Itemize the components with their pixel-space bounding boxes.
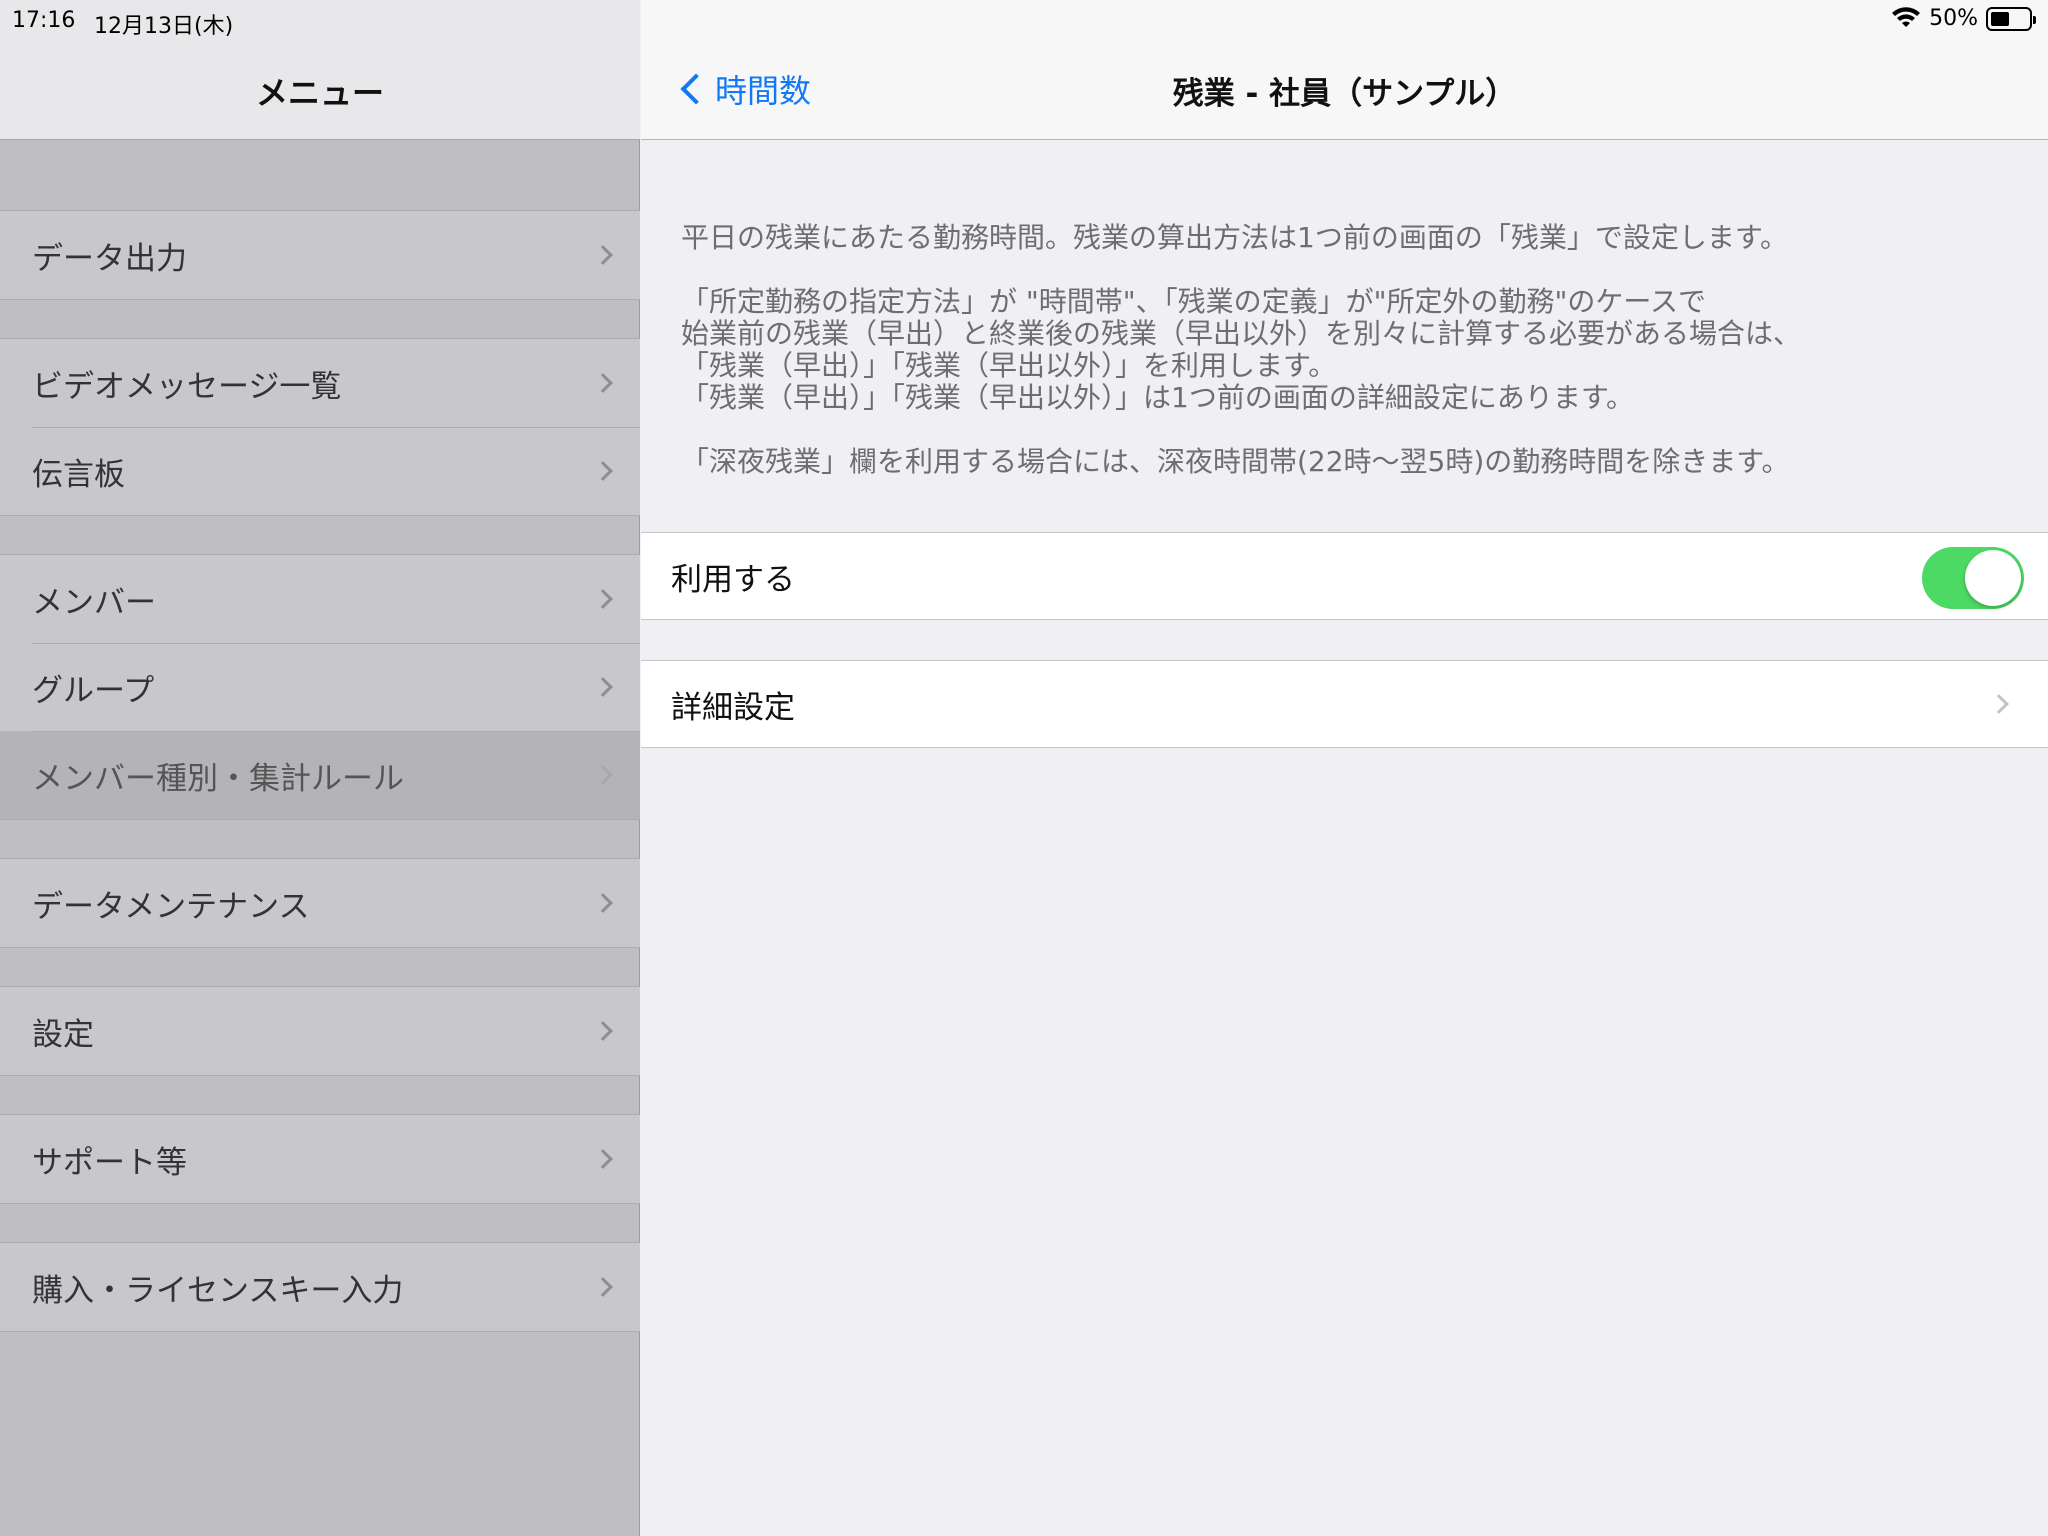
menu-item-label: データ出力 bbox=[32, 240, 187, 277]
menu-item-label: データメンテナンス bbox=[32, 888, 310, 925]
menu-item-label: 購入・ライセンスキー入力 bbox=[32, 1272, 404, 1309]
chevron-right-icon bbox=[1989, 694, 2009, 714]
chevron-right-icon bbox=[593, 893, 613, 913]
description-line: 「所定勤務の指定方法」が "時間帯"、「残業の定義」が"所定外の勤務"のケースで bbox=[681, 285, 1707, 318]
menu-item-member-types-rules[interactable]: メンバー種別・集計ルール bbox=[0, 731, 640, 819]
sidebar: メニュー データ出力 ビデオメッセージ一覧 伝言板 メンバー グループ メンバー… bbox=[0, 0, 640, 1536]
menu-item-label: サポート等 bbox=[32, 1144, 187, 1181]
chevron-right-icon bbox=[593, 461, 613, 481]
menu-item-label: ビデオメッセージ一覧 bbox=[32, 368, 342, 405]
menu-item-video-messages[interactable]: ビデオメッセージ一覧 bbox=[0, 339, 640, 427]
menu-group: 設定 bbox=[0, 986, 640, 1076]
menu-item-label: 設定 bbox=[32, 1016, 94, 1053]
menu-group: データメンテナンス bbox=[0, 858, 640, 948]
menu-item-label: グループ bbox=[32, 672, 155, 709]
menu-group: メンバー グループ メンバー種別・集計ルール bbox=[0, 554, 640, 820]
menu-item-label: メンバー種別・集計ルール bbox=[32, 760, 404, 797]
use-toggle-switch[interactable] bbox=[1922, 547, 2024, 609]
menu-group: ビデオメッセージ一覧 伝言板 bbox=[0, 338, 640, 516]
menu-item-message-board[interactable]: 伝言板 bbox=[0, 427, 640, 515]
battery-icon bbox=[1986, 6, 2036, 31]
chevron-right-icon bbox=[593, 1021, 613, 1041]
menu-item-data-export[interactable]: データ出力 bbox=[0, 211, 640, 299]
battery-percent: 50% bbox=[1929, 6, 1978, 31]
chevron-right-icon bbox=[593, 1277, 613, 1297]
status-date: 12月13日(木) bbox=[94, 14, 234, 39]
menu-item-settings[interactable]: 設定 bbox=[0, 987, 640, 1075]
menu-group: 購入・ライセンスキー入力 bbox=[0, 1242, 640, 1332]
advanced-settings-row[interactable]: 詳細設定 bbox=[641, 661, 2048, 747]
advanced-settings-label: 詳細設定 bbox=[671, 689, 795, 726]
menu-group: データ出力 bbox=[0, 210, 640, 300]
menu-item-groups[interactable]: グループ bbox=[0, 643, 640, 731]
menu-item-label: メンバー bbox=[32, 584, 156, 621]
description-line: 「残業（早出）」「残業（早出以外）」を利用します。 bbox=[681, 349, 1337, 382]
description-paragraph: 「所定勤務の指定方法」が "時間帯"、「残業の定義」が"所定外の勤務"のケースで… bbox=[681, 286, 2021, 414]
status-bar: 17:16 12月13日(木) 50% bbox=[0, 0, 2048, 40]
description: 平日の残業にあたる勤務時間。残業の算出方法は1つ前の画面の「残業」で設定します。… bbox=[681, 222, 2021, 510]
description-line: 始業前の残業（早出）と終業後の残業（早出以外）を別々に計算する必要がある場合は、 bbox=[681, 317, 1802, 350]
chevron-right-icon bbox=[593, 677, 613, 697]
use-setting-group: 利用する bbox=[641, 532, 2048, 620]
menu-group: サポート等 bbox=[0, 1114, 640, 1204]
chevron-right-icon bbox=[593, 373, 613, 393]
wifi-icon bbox=[1892, 6, 1921, 27]
status-time: 17:16 bbox=[12, 8, 76, 33]
menu-item-members[interactable]: メンバー bbox=[0, 555, 640, 643]
description-line: 「残業（早出）」「残業（早出以外）」は1つ前の画面の詳細設定にあります。 bbox=[681, 381, 1635, 414]
menu-item-purchase-license[interactable]: 購入・ライセンスキー入力 bbox=[0, 1243, 640, 1331]
menu-item-support[interactable]: サポート等 bbox=[0, 1115, 640, 1203]
menu-item-data-maintenance[interactable]: データメンテナンス bbox=[0, 859, 640, 947]
detail-pane: 時間数 残業 - 社員（サンプル） 平日の残業にあたる勤務時間。残業の算出方法は… bbox=[641, 0, 2048, 1536]
status-right: 50% bbox=[1891, 6, 2036, 31]
menu-item-label: 伝言板 bbox=[32, 456, 125, 493]
sidebar-title: メニュー bbox=[255, 74, 384, 112]
use-setting-row: 利用する bbox=[641, 533, 2048, 619]
page-title: 残業 - 社員（サンプル） bbox=[1172, 76, 1517, 112]
description-paragraph: 平日の残業にあたる勤務時間。残業の算出方法は1つ前の画面の「残業」で設定します。 bbox=[681, 221, 1789, 254]
chevron-right-icon bbox=[593, 589, 613, 609]
description-paragraph: 「深夜残業」欄を利用する場合には、深夜時間帯(22時〜翌5時)の勤務時間を除きま… bbox=[681, 445, 1790, 478]
chevron-right-icon bbox=[593, 1149, 613, 1169]
use-setting-label: 利用する bbox=[671, 561, 795, 598]
chevron-right-icon bbox=[593, 245, 613, 265]
advanced-settings-group: 詳細設定 bbox=[641, 660, 2048, 748]
toggle-knob bbox=[1965, 550, 2021, 606]
chevron-right-icon bbox=[593, 765, 613, 785]
